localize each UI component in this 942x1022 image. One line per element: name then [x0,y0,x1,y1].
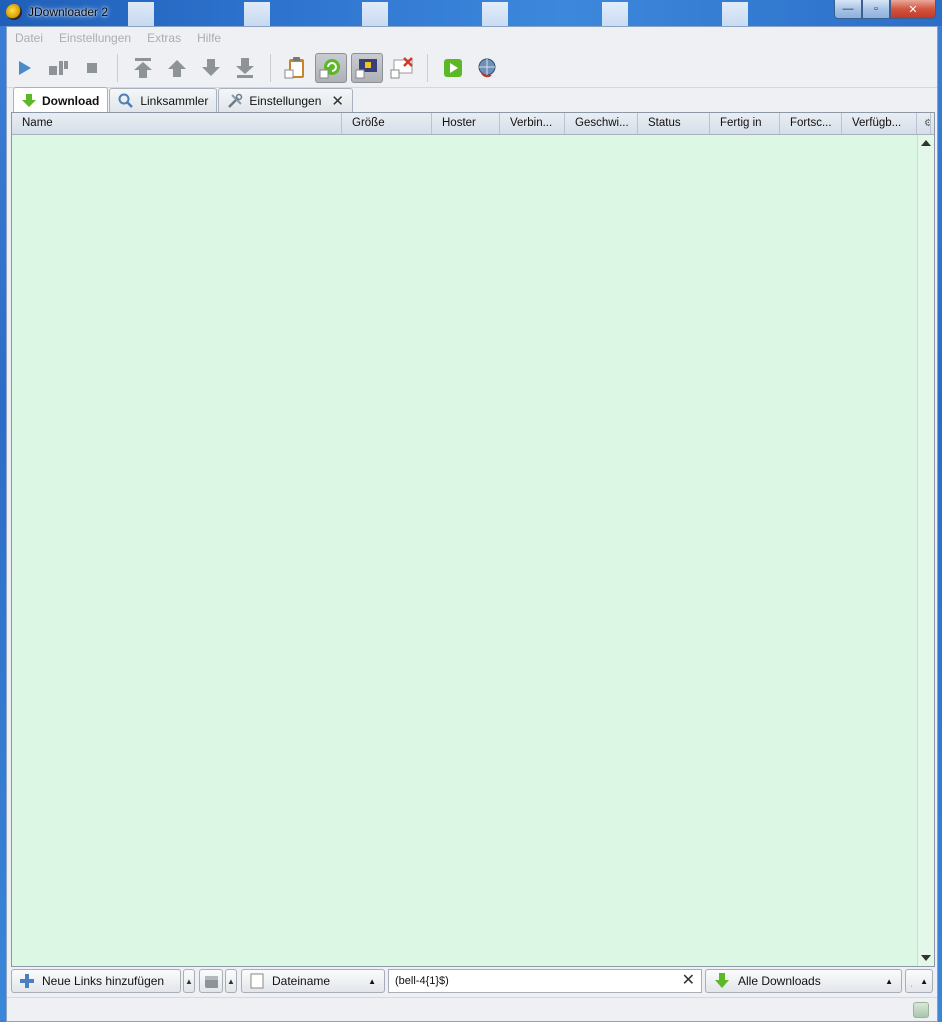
menu-einstellungen[interactable]: Einstellungen [51,31,139,45]
download-arrow-icon [715,973,729,988]
menu-datei[interactable]: Datei [7,31,51,45]
column-header-hoster[interactable]: Hoster [432,113,500,134]
window-title: JDownloader 2 [28,5,109,19]
table-body[interactable] [12,135,918,966]
download-table: Name Größe Hoster Verbin... Geschwi... S… [11,112,935,967]
move-bottom-icon [236,58,254,78]
filter-field-label: Dateiname [272,974,331,988]
chevron-up-icon: ▲ [920,976,928,986]
menu-extras[interactable]: Extras [139,31,189,45]
tools-icon [228,93,243,108]
plus-icon [20,974,34,988]
reconnect-globe-icon [478,58,496,78]
table-header: Name Größe Hoster Verbin... Geschwi... S… [12,113,934,135]
background-tile [128,2,154,26]
toolbar-separator [427,54,428,82]
linkgrabber-icon [118,93,134,108]
tools-icon [911,985,913,988]
auto-reconnect-toggle[interactable] [315,53,347,83]
scroll-up-arrow-icon[interactable] [921,140,931,146]
tab-label: Download [42,93,100,108]
jdownloader-logo-icon [6,4,22,20]
filter-field-select[interactable]: Dateiname ▲ [241,969,385,993]
tab-linksammler[interactable]: Linksammler [109,88,218,113]
tab-download[interactable]: Download [13,87,109,113]
stop-icon [87,63,97,73]
update-button[interactable] [436,52,470,84]
view-filter-label: Alle Downloads [738,974,821,988]
play-icon [19,61,31,75]
move-down-button[interactable] [194,52,228,84]
stop-downloads-button[interactable] [75,52,109,84]
move-up-icon [168,60,186,77]
reconnect-button[interactable] [470,52,504,84]
move-to-top-button[interactable] [126,52,160,84]
chevron-up-icon: ▲ [885,976,893,986]
package-icon [205,976,218,988]
move-to-bottom-button[interactable] [228,52,262,84]
move-up-button[interactable] [160,52,194,84]
update-icon [444,59,462,77]
tab-einstellungen[interactable]: Einstellungen ✕ [218,88,353,113]
column-header-eta[interactable]: Fertig in [710,113,780,134]
premium-toggle[interactable] [351,53,383,83]
start-downloads-button[interactable] [7,52,41,84]
search-value: (bell-4{1}$) [395,975,449,987]
close-tab-icon[interactable]: ✕ [331,92,344,110]
package-filter-arrow[interactable]: ▲ [225,969,237,993]
column-header-speed[interactable]: Geschwi... [565,113,638,134]
background-tile [244,2,270,26]
main-window: Datei Einstellungen Extras Hilfe Downloa… [6,26,938,1022]
close-button[interactable]: ✕ [890,0,936,19]
package-filter-button[interactable] [199,969,223,993]
download-arrow-icon [22,93,36,107]
column-header-progress[interactable]: Fortsc... [780,113,842,134]
toolbar [7,49,937,88]
status-indicator-icon[interactable] [913,1002,929,1018]
bottom-bar: Neue Links hinzufügen ▲ ▲ Dateiname ▲ (b… [11,969,933,995]
pause-downloads-button[interactable] [41,52,75,84]
clipboard-icon [284,57,304,79]
background-tile [722,2,748,26]
vertical-scrollbar[interactable] [917,135,934,966]
add-links-menu-arrow[interactable]: ▲ [183,969,195,993]
pause-icon [49,61,68,75]
clipboard-observer-toggle[interactable] [279,52,313,84]
clear-search-icon[interactable]: ✕ [682,972,695,990]
maximize-button[interactable]: ▫ [862,0,890,19]
minimize-button[interactable]: — [834,0,862,19]
refresh-icon [319,59,340,79]
silent-mode-toggle[interactable] [385,52,419,84]
view-filter-select[interactable]: Alle Downloads ▲ [705,969,902,993]
column-header-connections[interactable]: Verbin... [500,113,565,134]
toolbar-separator [270,54,271,82]
column-header-size[interactable]: Größe [342,113,432,134]
column-header-name[interactable]: Name [12,113,342,134]
tab-label: Einstellungen [249,94,322,108]
search-input[interactable]: (bell-4{1}$) ✕ [388,969,702,993]
add-links-button[interactable]: Neue Links hinzufügen [11,969,181,993]
chevron-up-icon: ▲ [368,976,376,986]
menu-hilfe[interactable]: Hilfe [189,31,229,45]
monitor-lock-icon [355,59,377,79]
toolbar-separator [117,54,118,82]
quick-settings-button[interactable]: ▲ [905,969,933,993]
title-bar: JDownloader 2 — ▫ ✕ [0,0,942,26]
menu-bar: Datei Einstellungen Extras Hilfe [7,27,937,49]
tab-bar: Download Linksammler Einstellungen ✕ [13,87,354,113]
background-tile [362,2,388,26]
background-tile [482,2,508,26]
background-tile [602,2,628,26]
window-close-icon [390,57,413,79]
scroll-down-arrow-icon[interactable] [921,955,931,961]
file-icon [250,973,264,989]
column-settings-gear-icon[interactable]: ⚙ [917,113,931,134]
add-links-label: Neue Links hinzufügen [42,974,165,988]
column-header-status[interactable]: Status [638,113,710,134]
tab-label: Linksammler [140,94,209,108]
column-header-availability[interactable]: Verfügb... [842,113,917,134]
status-bar [7,997,937,1022]
move-down-icon [202,59,220,76]
move-top-icon [134,58,152,78]
